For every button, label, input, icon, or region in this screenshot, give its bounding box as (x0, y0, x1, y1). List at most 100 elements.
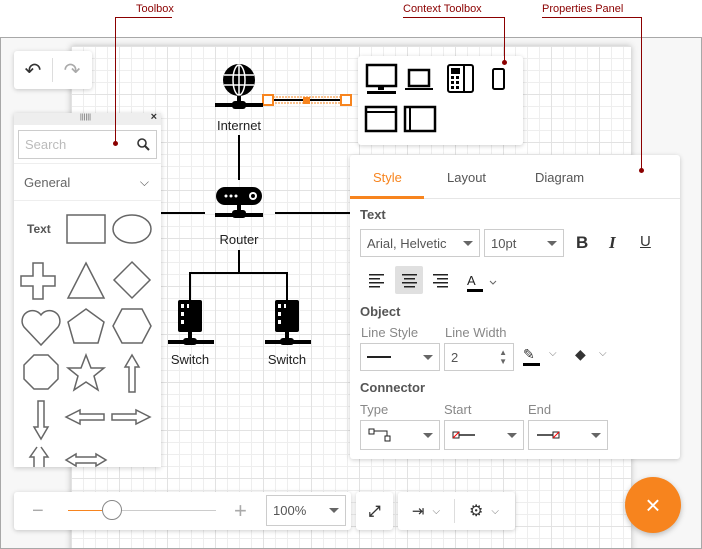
section-object: Object (360, 304, 401, 319)
bold-button[interactable]: B (576, 233, 588, 253)
settings-button[interactable]: ⚙ ⌵ (455, 492, 513, 530)
chevron-down-icon: ⌵ (432, 505, 441, 517)
properties-panel: Style Layout Diagram Text Arial, Helveti… (350, 155, 680, 459)
toolbox-drag-handle[interactable]: |||||| × (14, 113, 161, 125)
search-icon (137, 138, 150, 151)
line-style-select[interactable] (360, 343, 440, 371)
tab-layout[interactable]: Layout (447, 170, 486, 185)
switch-icon (265, 300, 311, 345)
desktop-icon (365, 63, 398, 94)
connector-start-select[interactable] (444, 420, 524, 450)
shape-star (65, 352, 107, 392)
underline-button[interactable]: U (640, 233, 651, 250)
shape-arrow-up-down (40, 446, 50, 467)
toolbox: |||||| × Search General ⌵ Text (14, 113, 161, 467)
shape-pentagon (67, 308, 105, 344)
caret-down-icon (423, 432, 433, 438)
start-label: Start (444, 402, 472, 417)
laptop-icon (405, 68, 433, 90)
shape-heart (21, 309, 61, 347)
line-color-icon[interactable]: ✎ (523, 346, 540, 366)
caret-down-icon (463, 240, 473, 246)
font-color-icon: A (467, 273, 497, 292)
switch-icon (168, 300, 214, 345)
connector (189, 250, 240, 300)
annotation-dot (113, 141, 118, 146)
panel-icon (403, 105, 437, 133)
annotation-dot (639, 168, 644, 173)
search-input[interactable]: Search (18, 130, 157, 159)
annotation-dot (502, 60, 507, 65)
end-label: End (528, 402, 552, 417)
node-label[interactable]: Router (199, 232, 279, 247)
shape-cross (20, 262, 56, 300)
orthogonal-connector-icon (368, 428, 391, 442)
connector-end-select[interactable] (528, 420, 608, 450)
align-right-icon (433, 274, 448, 288)
no-arrow-start-icon (452, 431, 475, 439)
fullscreen-icon: ⤢ (368, 502, 381, 520)
zoom-slider-thumb[interactable] (102, 500, 123, 520)
annotation-line (641, 17, 642, 170)
undo-icon[interactable]: ↶ (14, 51, 52, 89)
close-icon: × (645, 489, 661, 520)
node-label[interactable]: Internet (199, 118, 279, 133)
mobile-icon (492, 68, 505, 90)
phone-icon (447, 64, 474, 93)
properties-tabs: Style Layout Diagram (350, 155, 680, 199)
window-icon (364, 105, 398, 133)
font-family-select[interactable]: Arial, Helvetic (360, 229, 480, 257)
connector-midpoint (303, 97, 310, 104)
line-width-label: Line Width (445, 325, 507, 340)
chevron-down-icon: ⌵ (491, 505, 499, 517)
zoom-toolbar: − + 100% (14, 492, 351, 530)
history-toolbar: ↶ ↷ (14, 51, 92, 89)
chevron-down-icon[interactable]: ⌵ (549, 348, 557, 359)
chevron-down-icon[interactable]: ⌵ (599, 348, 607, 359)
connector-type-select[interactable] (360, 420, 440, 450)
fullscreen-button[interactable]: ⤢ (356, 492, 393, 530)
line-width-stepper[interactable]: 2 ▲ ▼ (444, 343, 514, 371)
caret-down-icon (329, 508, 339, 513)
zoom-out-button[interactable]: − (32, 500, 44, 523)
annotation-line (504, 17, 505, 62)
category-general[interactable]: General ⌵ (14, 163, 161, 201)
shape-arrow-up (123, 353, 141, 393)
fill-color-icon[interactable]: ◆ (575, 346, 586, 363)
close-icon[interactable]: × (151, 113, 157, 123)
shape-gallery[interactable] (14, 207, 161, 467)
caret-down-icon (423, 354, 433, 360)
no-arrow-end-icon (537, 431, 560, 439)
shape-ellipse (112, 214, 152, 244)
section-connector: Connector (360, 380, 425, 395)
align-left-icon (369, 274, 384, 288)
export-button[interactable]: ⇥ ⌵ (398, 492, 454, 530)
redo-icon[interactable]: ↷ (53, 51, 91, 89)
solid-line-icon (367, 356, 391, 358)
tab-diagram[interactable]: Diagram (535, 170, 584, 185)
router-icon (215, 187, 263, 218)
annotation-line (115, 17, 116, 143)
export-icon: ⇥ (411, 503, 425, 520)
shape-triangle (66, 261, 106, 299)
italic-button[interactable]: I (609, 233, 616, 253)
zoom-level-select[interactable]: 100% (266, 495, 346, 526)
shape-arrow-down (32, 400, 50, 441)
section-text: Text (360, 207, 386, 222)
shape-octagon (23, 354, 59, 390)
spin-icon[interactable]: ▲ ▼ (499, 348, 507, 366)
connector-handle (340, 94, 352, 106)
tab-style[interactable]: Style (373, 170, 402, 185)
font-size-select[interactable]: 10pt (484, 229, 564, 257)
active-tab-indicator (350, 196, 424, 199)
export-settings-toolbar: ⇥ ⌵ ⚙ ⌵ (398, 492, 515, 530)
zoom-in-button[interactable]: + (234, 498, 247, 524)
close-panels-fab[interactable]: × (625, 477, 681, 533)
context-toolbox (358, 56, 523, 145)
shape-diamond (112, 260, 152, 300)
node-label[interactable]: Switch (247, 352, 327, 367)
node-label[interactable]: Switch (150, 352, 230, 367)
caret-down-icon (547, 240, 557, 246)
svg-text:A: A (467, 273, 476, 288)
shape-arrow-left (64, 408, 105, 426)
